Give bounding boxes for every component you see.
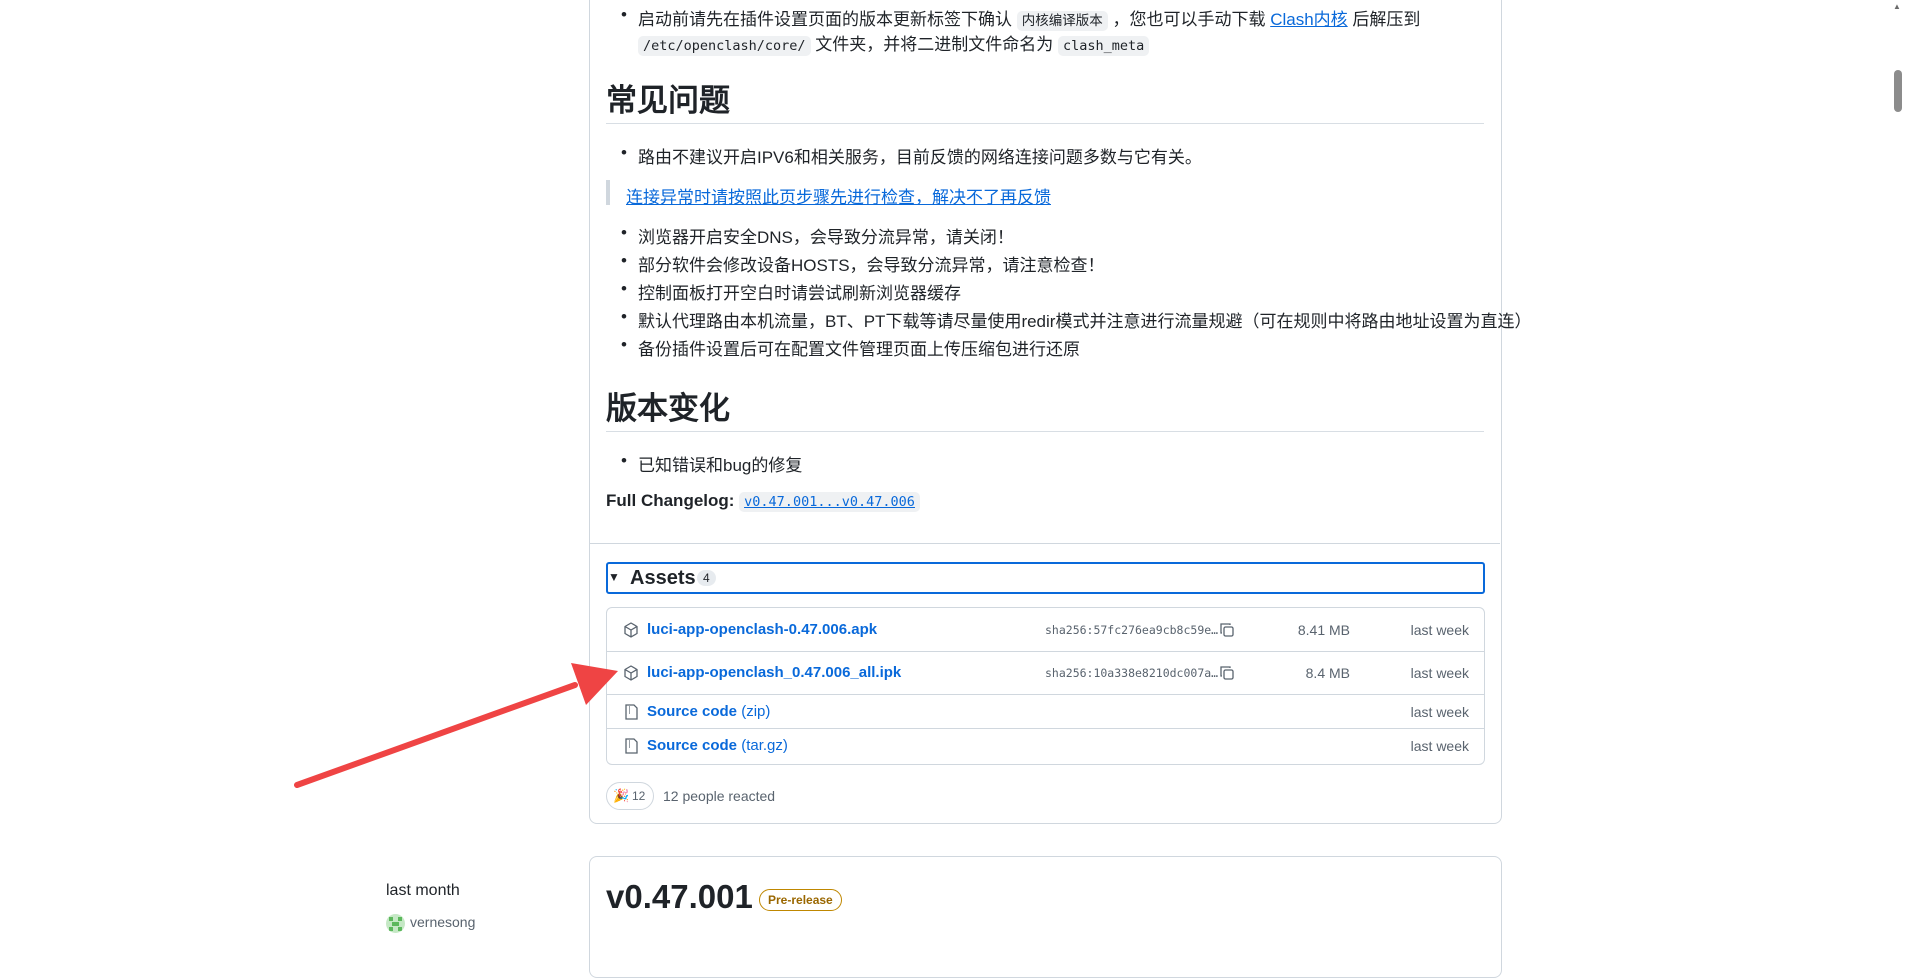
scroll-up-icon[interactable]: ▲: [1893, 2, 1901, 11]
arrow-head: [571, 663, 618, 705]
scrollbar-thumb[interactable]: [1894, 70, 1902, 112]
annotation-arrow: [294, 663, 618, 788]
arrow-shaft: [294, 682, 578, 788]
